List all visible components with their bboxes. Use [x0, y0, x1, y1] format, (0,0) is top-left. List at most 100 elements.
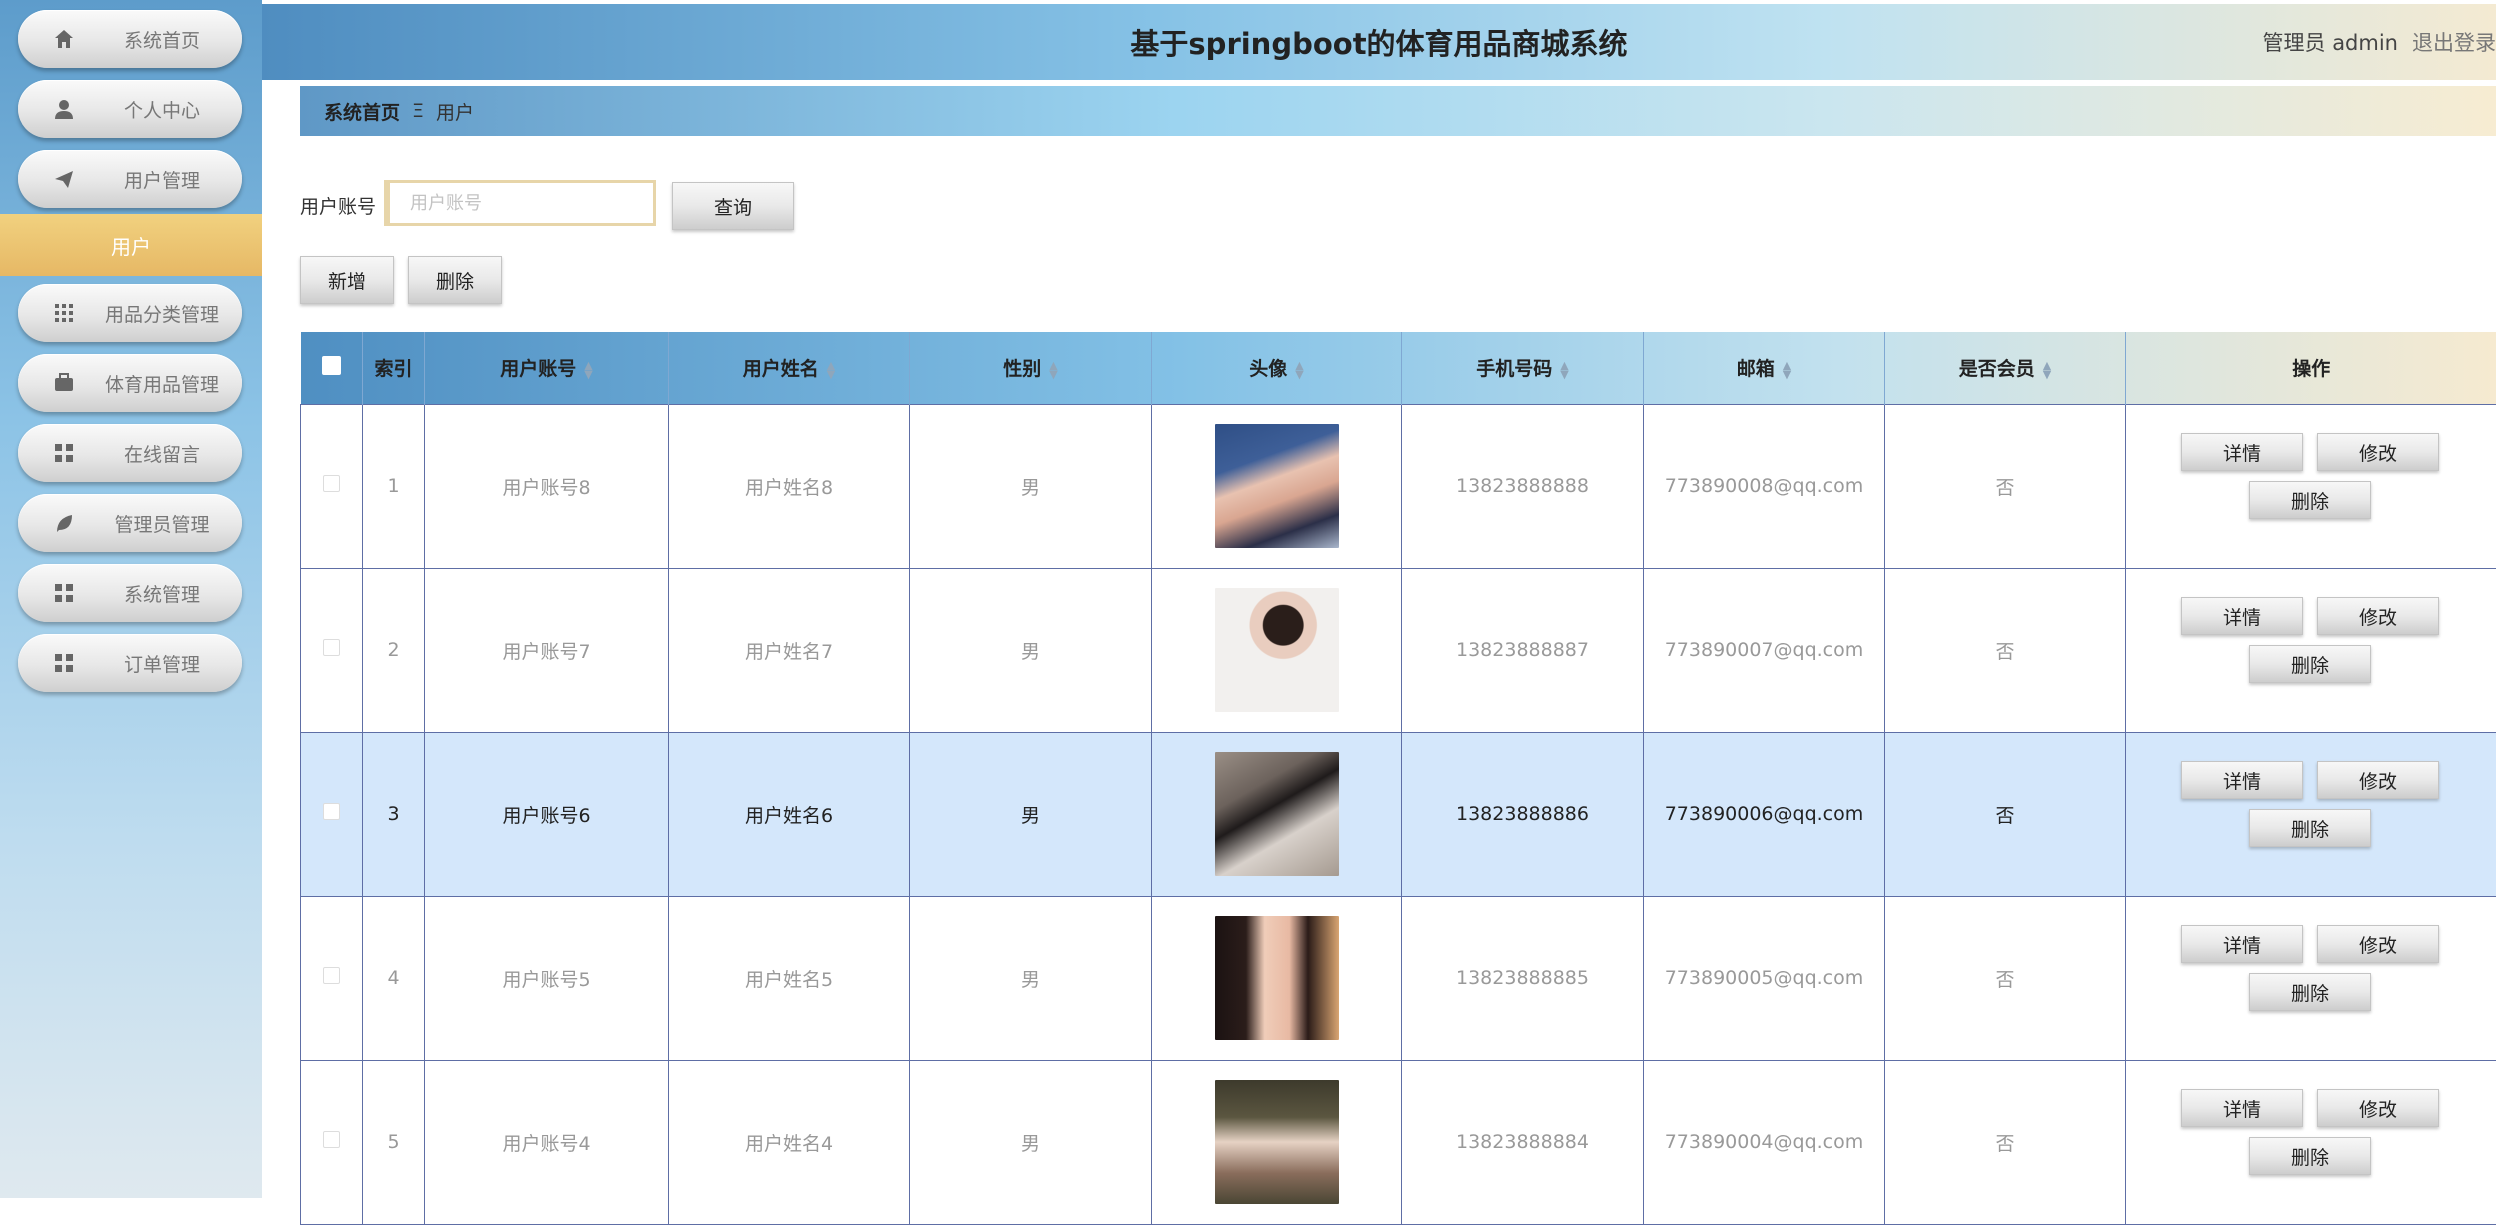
sidebar-subitem-user[interactable]: 用户 — [0, 214, 262, 276]
sidebar-item-label: 用品分类管理 — [92, 284, 232, 342]
cell-index: 3 — [363, 732, 425, 896]
header-account[interactable]: 用户账号▲▼ — [425, 332, 669, 404]
avatar[interactable] — [1215, 1080, 1339, 1204]
sidebar-item-category-management[interactable]: 用品分类管理 — [18, 284, 242, 342]
sidebar-item-label: 订单管理 — [92, 634, 232, 692]
header-index: 索引 — [363, 332, 425, 404]
cell-name: 用户姓名6 — [669, 732, 910, 896]
table-row[interactable]: 5 用户账号4 用户姓名4 男 13823888884 773890004@qq… — [301, 1060, 2496, 1224]
row-checkbox[interactable] — [323, 967, 340, 984]
edit-button[interactable]: 修改 — [2317, 597, 2439, 635]
breadcrumb-home[interactable]: 系统首页 — [324, 98, 400, 125]
home-icon — [52, 27, 76, 51]
cell-ops: 详情 修改 删除 — [2126, 732, 2496, 896]
sidebar-item-system-management[interactable]: 系统管理 — [18, 564, 242, 622]
cell-ops: 详情 修改 删除 — [2126, 404, 2496, 568]
edit-button[interactable]: 修改 — [2317, 1089, 2439, 1127]
cell-name: 用户姓名5 — [669, 896, 910, 1060]
sidebar-item-user-management[interactable]: 用户管理 — [18, 150, 242, 208]
cell-gender: 男 — [910, 1060, 1152, 1224]
cell-email: 773890005@qq.com — [1644, 896, 1885, 1060]
delete-button[interactable]: 删除 — [2249, 973, 2371, 1011]
top-header: 基于springboot的体育用品商城系统 管理员 admin 退出登录 — [262, 4, 2496, 80]
cell-phone: 13823888885 — [1402, 896, 1644, 1060]
delete-button[interactable]: 删除 — [2249, 1137, 2371, 1175]
header-label: 头像 — [1249, 358, 1287, 380]
row-checkbox[interactable] — [323, 639, 340, 656]
edit-button[interactable]: 修改 — [2317, 433, 2439, 471]
cell-member: 否 — [1885, 1060, 2126, 1224]
sort-icon[interactable]: ▲▼ — [1295, 361, 1303, 379]
cell-member: 否 — [1885, 568, 2126, 732]
delete-button[interactable]: 删除 — [2249, 809, 2371, 847]
avatar[interactable] — [1215, 424, 1339, 548]
row-checkbox[interactable] — [323, 803, 340, 820]
sort-icon[interactable]: ▲▼ — [584, 361, 592, 379]
cell-phone: 13823888886 — [1402, 732, 1644, 896]
sidebar-item-messages[interactable]: 在线留言 — [18, 424, 242, 482]
detail-button[interactable]: 详情 — [2181, 433, 2303, 471]
edit-button[interactable]: 修改 — [2317, 925, 2439, 963]
header-name[interactable]: 用户姓名▲▼ — [669, 332, 910, 404]
batch-delete-button[interactable]: 删除 — [408, 256, 502, 304]
header-select-all[interactable] — [301, 332, 363, 404]
sidebar-item-order-management[interactable]: 订单管理 — [18, 634, 242, 692]
cell-member: 否 — [1885, 404, 2126, 568]
sort-icon[interactable]: ▲▼ — [1560, 361, 1568, 379]
cell-avatar — [1152, 1060, 1402, 1224]
delete-button[interactable]: 删除 — [2249, 645, 2371, 683]
cell-account: 用户账号6 — [425, 732, 669, 896]
detail-button[interactable]: 详情 — [2181, 1089, 2303, 1127]
cell-gender: 男 — [910, 896, 1152, 1060]
cell-member: 否 — [1885, 896, 2126, 1060]
grid-icon — [52, 301, 76, 325]
cell-phone: 13823888884 — [1402, 1060, 1644, 1224]
briefcase-icon — [52, 371, 76, 395]
sort-icon[interactable]: ▲▼ — [1783, 361, 1791, 379]
sidebar-item-goods-management[interactable]: 体育用品管理 — [18, 354, 242, 412]
sidebar-item-home[interactable]: 系统首页 — [18, 10, 242, 68]
cell-email: 773890004@qq.com — [1644, 1060, 1885, 1224]
delete-button[interactable]: 删除 — [2249, 481, 2371, 519]
row-checkbox[interactable] — [323, 1131, 340, 1148]
edit-button[interactable]: 修改 — [2317, 761, 2439, 799]
cell-index: 5 — [363, 1060, 425, 1224]
header-avatar[interactable]: 头像 ▲▼ — [1152, 332, 1402, 404]
sidebar-item-profile[interactable]: 个人中心 — [18, 80, 242, 138]
cell-index: 2 — [363, 568, 425, 732]
avatar[interactable] — [1215, 588, 1339, 712]
select-all-checkbox[interactable] — [322, 356, 341, 375]
sidebar-item-label: 在线留言 — [92, 424, 232, 482]
row-checkbox[interactable] — [323, 475, 340, 492]
logout-link[interactable]: 退出登录 — [2412, 27, 2496, 57]
detail-button[interactable]: 详情 — [2181, 761, 2303, 799]
header-phone[interactable]: 手机号码▲▼ — [1402, 332, 1644, 404]
cell-ops: 详情 修改 删除 — [2126, 568, 2496, 732]
header-member[interactable]: 是否会员▲▼ — [1885, 332, 2126, 404]
table-row[interactable]: 2 用户账号7 用户姓名7 男 13823888887 773890007@qq… — [301, 568, 2496, 732]
cell-member: 否 — [1885, 732, 2126, 896]
table-row[interactable]: 4 用户账号5 用户姓名5 男 13823888885 773890005@qq… — [301, 896, 2496, 1060]
cell-index: 4 — [363, 896, 425, 1060]
search-button[interactable]: 查询 — [672, 182, 794, 230]
table-row[interactable]: 1 用户账号8 用户姓名8 男 13823888888 773890008@qq… — [301, 404, 2496, 568]
sort-icon[interactable]: ▲▼ — [1049, 361, 1057, 379]
header-email[interactable]: 邮箱▲▼ — [1644, 332, 1885, 404]
table-row[interactable]: 3 用户账号6 用户姓名6 男 13823888886 773890006@qq… — [301, 732, 2496, 896]
breadcrumb-current: 用户 — [436, 98, 474, 125]
cell-email: 773890006@qq.com — [1644, 732, 1885, 896]
detail-button[interactable]: 详情 — [2181, 597, 2303, 635]
detail-button[interactable]: 详情 — [2181, 925, 2303, 963]
sidebar-item-admin-management[interactable]: 管理员管理 — [18, 494, 242, 552]
breadcrumb: 系统首页 Ξ 用户 — [300, 86, 2496, 136]
sort-icon[interactable]: ▲▼ — [827, 361, 835, 379]
sort-icon[interactable]: ▲▼ — [2043, 361, 2051, 379]
header-gender[interactable]: 性别▲▼ — [910, 332, 1152, 404]
avatar[interactable] — [1215, 916, 1339, 1040]
sidebar: 系统首页 个人中心 用户管理 用户 用品分类管理 体育用品管理 在线留言 — [0, 0, 262, 1198]
sidebar-item-label: 管理员管理 — [92, 494, 232, 552]
search-input[interactable] — [384, 180, 656, 226]
cell-ops: 详情 修改 删除 — [2126, 1060, 2496, 1224]
avatar[interactable] — [1215, 752, 1339, 876]
add-button[interactable]: 新增 — [300, 256, 394, 304]
